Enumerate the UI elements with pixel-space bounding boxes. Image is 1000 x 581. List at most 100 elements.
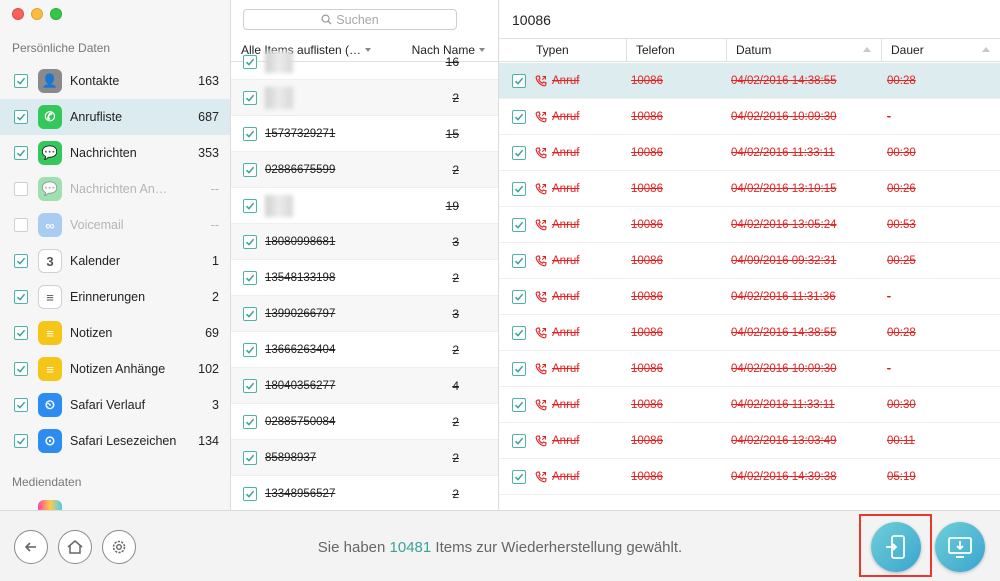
- item-checkbox[interactable]: [243, 342, 257, 357]
- sidebar-item[interactable]: 3 Kalender 1: [0, 243, 230, 279]
- recover-to-computer-button[interactable]: [935, 522, 985, 572]
- row-checkbox[interactable]: [512, 73, 526, 88]
- minimize-window-button[interactable]: [31, 8, 43, 20]
- cell-duration: 00:11: [887, 434, 915, 447]
- row-checkbox[interactable]: [512, 433, 526, 448]
- table-row[interactable]: Anruf 10086 04/02/2016 13:03:49 00:11: [499, 423, 1000, 459]
- item-checkbox[interactable]: [243, 162, 257, 177]
- table-row[interactable]: Anruf 10086 04/02/2016 13:10:15 00:26: [499, 171, 1000, 207]
- list-item[interactable]: 19: [231, 188, 498, 224]
- item-checkbox[interactable]: [243, 234, 257, 249]
- row-checkbox[interactable]: [512, 181, 526, 196]
- voicemail-icon: ∞: [38, 213, 62, 237]
- row-checkbox[interactable]: [512, 217, 526, 232]
- recover-to-device-button[interactable]: [871, 522, 921, 572]
- list-item[interactable]: 85898937 2: [231, 440, 498, 476]
- category-checkbox[interactable]: [14, 398, 28, 412]
- sidebar-item[interactable]: ≡ Notizen 69: [0, 315, 230, 351]
- recover-to-computer-icon: [948, 537, 972, 558]
- table-row[interactable]: Anruf 10086 04/02/2016 10:09:30 -: [499, 351, 1000, 387]
- detail-title: 10086: [512, 12, 551, 28]
- category-checkbox[interactable]: [14, 326, 28, 340]
- table-row[interactable]: Anruf 10086 04/02/2016 13:05:24 00:53: [499, 207, 1000, 243]
- cell-date: 04/02/2016 14:38:55: [731, 74, 837, 87]
- item-checkbox[interactable]: [243, 378, 257, 393]
- table-row[interactable]: Anruf 10086 04/02/2016 14:38:55 00:28: [499, 63, 1000, 99]
- category-checkbox[interactable]: [14, 290, 28, 304]
- item-checkbox[interactable]: [243, 450, 257, 465]
- item-checkbox[interactable]: [243, 486, 257, 501]
- sidebar-item[interactable]: 💬 Nachrichten An… --: [0, 171, 230, 207]
- table-row[interactable]: Anruf 10086 04/09/2016 09:32:31 00:25: [499, 243, 1000, 279]
- search-icon: [321, 14, 332, 25]
- sidebar-item[interactable]: ✆ Anrufliste 687: [0, 99, 230, 135]
- item-checkbox[interactable]: [243, 270, 257, 285]
- row-checkbox[interactable]: [512, 289, 526, 304]
- list-item[interactable]: 13990266797 3: [231, 296, 498, 332]
- list-item[interactable]: 02885750084 2: [231, 404, 498, 440]
- table-row[interactable]: Anruf 10086 04/02/2016 11:31:36 -: [499, 279, 1000, 315]
- row-checkbox[interactable]: [512, 397, 526, 412]
- row-checkbox[interactable]: [512, 469, 526, 484]
- column-duration[interactable]: Dauer: [882, 39, 1000, 61]
- sidebar-item-label: Notizen Anhänge: [70, 362, 166, 376]
- item-checkbox[interactable]: [243, 198, 257, 213]
- sidebar-item[interactable]: ∞ Voicemail --: [0, 207, 230, 243]
- category-checkbox[interactable]: [14, 182, 28, 196]
- list-item[interactable]: 13548133198 2: [231, 260, 498, 296]
- sidebar-item[interactable]: 👤 Kontakte 163: [0, 63, 230, 99]
- cell-duration: 00:25: [887, 254, 916, 267]
- item-checkbox[interactable]: [243, 306, 257, 321]
- table-row[interactable]: Anruf 10086 04/02/2016 14:39:38 05:19: [499, 459, 1000, 495]
- item-checkbox[interactable]: [243, 90, 257, 105]
- list-item[interactable]: 13666263404 2: [231, 332, 498, 368]
- sidebar-item[interactable]: ⊙ Safari Lesezeichen 134: [0, 423, 230, 459]
- list-item[interactable]: 13348956527 2: [231, 476, 498, 510]
- sidebar-item-count: 687: [198, 110, 219, 124]
- safari-history-icon: ⏲: [38, 393, 62, 417]
- sidebar-item[interactable]: ⏲ Safari Verlauf 3: [0, 387, 230, 423]
- category-checkbox[interactable]: [14, 362, 28, 376]
- table-row[interactable]: Anruf 10086 04/02/2016 11:33:11 00:30: [499, 387, 1000, 423]
- contacts-icon: 👤: [38, 69, 62, 93]
- item-checkbox[interactable]: [243, 414, 257, 429]
- zoom-window-button[interactable]: [50, 8, 62, 20]
- sidebar-item-count: 3: [212, 398, 219, 412]
- cell-phone: 10086: [631, 74, 663, 87]
- list-item[interactable]: 18080998681 3: [231, 224, 498, 260]
- row-checkbox[interactable]: [512, 253, 526, 268]
- list-item[interactable]: 16: [231, 44, 498, 80]
- list-item[interactable]: 15737329271 15: [231, 116, 498, 152]
- category-checkbox[interactable]: [14, 110, 28, 124]
- close-window-button[interactable]: [12, 8, 24, 20]
- column-phone[interactable]: Telefon: [627, 39, 727, 61]
- cell-phone: 10086: [631, 362, 663, 375]
- sidebar-item-label: Erinnerungen: [70, 290, 146, 304]
- category-checkbox[interactable]: [14, 254, 28, 268]
- sidebar-item[interactable]: ≡ Erinnerungen 2: [0, 279, 230, 315]
- sidebar-item[interactable]: 💬 Nachrichten 353: [0, 135, 230, 171]
- list-item[interactable]: 18040356277 4: [231, 368, 498, 404]
- item-checkbox[interactable]: [243, 54, 257, 69]
- category-checkbox[interactable]: [14, 74, 28, 88]
- table-row[interactable]: Anruf 10086 04/02/2016 14:38:55 00:28: [499, 315, 1000, 351]
- row-checkbox[interactable]: [512, 145, 526, 160]
- cell-phone: 10086: [631, 470, 663, 483]
- list-item[interactable]: 2: [231, 80, 498, 116]
- row-checkbox[interactable]: [512, 361, 526, 376]
- category-checkbox[interactable]: [14, 434, 28, 448]
- list-item[interactable]: 02886675599 2: [231, 152, 498, 188]
- row-checkbox[interactable]: [512, 109, 526, 124]
- category-checkbox[interactable]: [14, 146, 28, 160]
- missed-call-icon: [535, 254, 547, 267]
- category-checkbox[interactable]: [14, 218, 28, 232]
- table-row[interactable]: Anruf 10086 04/02/2016 10:09:30 -: [499, 99, 1000, 135]
- sidebar-item[interactable]: ≡ Notizen Anhänge 102: [0, 351, 230, 387]
- table-row[interactable]: Anruf 10086 04/02/2016 11:33:11 00:30: [499, 135, 1000, 171]
- column-type[interactable]: Typen: [499, 39, 627, 61]
- column-date[interactable]: Datum: [727, 39, 882, 61]
- item-checkbox[interactable]: [243, 126, 257, 141]
- row-checkbox[interactable]: [512, 325, 526, 340]
- search-input[interactable]: Suchen: [243, 9, 457, 30]
- cell-date: 04/02/2016 14:39:38: [731, 470, 837, 483]
